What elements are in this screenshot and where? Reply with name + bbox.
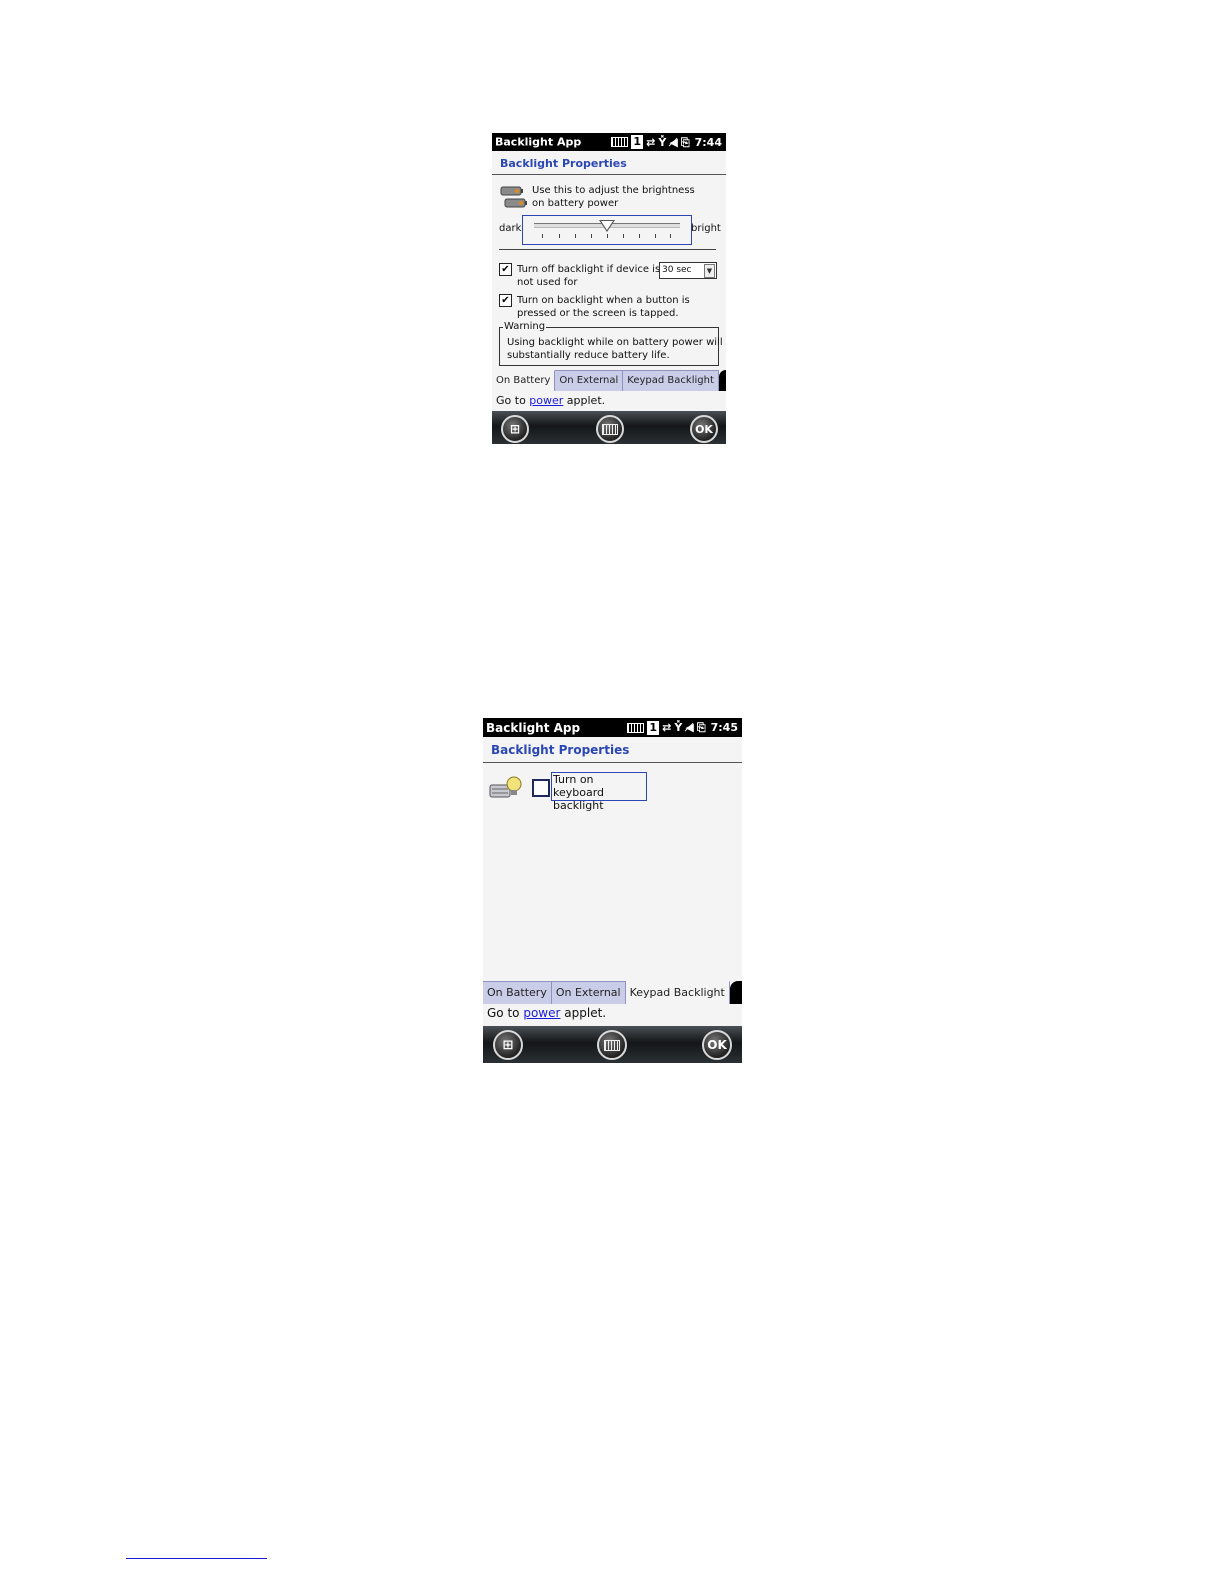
soft-key-bar: ⊞ OK [492,411,726,444]
keyboard-backlight-label-line-1: Turn on keyboard [553,773,605,799]
bright-label: bright [691,223,721,234]
page-title: Backlight Properties [492,153,726,175]
brightness-slider[interactable] [522,215,692,245]
keyboard-bulb-icon [489,776,522,798]
battery-charging-icon[interactable]: ⎘ [697,722,706,733]
chevron-down-icon[interactable]: ▼ [704,264,715,278]
description-line-2: on battery power [532,198,619,209]
tab-keypad-backlight[interactable]: Keypad Backlight [623,370,719,391]
app-title: Backlight App [495,135,582,149]
backlight-screen-keypad: Backlight App 1 ⇄ Y̽ ◀̸ ⎘ 7:45 Backlight… [483,718,742,1063]
timeout-dropdown[interactable]: 30 sec ▼ [659,262,717,279]
turn-on-backlight-checkbox[interactable]: ✔ [499,294,512,307]
memory-icon [627,722,645,733]
status-bar: Backlight App 1 ⇄ Y̽ ◀̸ ⎘ 7:44 [492,133,726,151]
power-link[interactable]: power [529,394,563,407]
keyboard-icon [604,1039,620,1051]
battery-brightness-icon [500,186,527,208]
slot-number-icon: 1 [647,720,660,735]
goto-power-text: Go to power applet. [496,394,606,407]
memory-icon [611,137,629,147]
turn-off-label-line-1: Turn off backlight if device is [517,264,661,275]
keyboard-backlight-checkbox[interactable] [532,779,550,797]
slider-thumb[interactable] [599,220,615,232]
battery-charging-icon[interactable]: ⎘ [681,137,690,148]
turn-off-label-line-2: not used for [517,277,578,288]
tab-on-external[interactable]: On External [551,981,626,1004]
connectivity-icon[interactable]: ⇄ [662,722,671,733]
tab-bar: On Battery On External Keypad Backlight [492,370,726,391]
warning-label: Warning [503,321,547,333]
soft-key-bar: ⊞ OK [483,1026,742,1063]
connectivity-icon[interactable]: ⇄ [646,137,655,148]
dark-label: dark [499,223,522,234]
page-title: Backlight Properties [483,739,742,763]
timeout-value: 30 sec [662,265,692,275]
description-line-1: Use this to adjust the brightness [532,185,695,196]
signal-icon[interactable]: Y̽ [674,722,682,733]
clock[interactable]: 7:44 [695,136,722,149]
start-windows-icon[interactable]: ⊞ [501,415,529,443]
keyboard-icon [602,423,618,435]
clock[interactable]: 7:45 [711,721,738,734]
ok-button[interactable]: OK [690,415,718,443]
keyboard-backlight-label-line-2: backlight [553,799,604,812]
turn-on-label-line-1: Turn on backlight when a button is [517,295,690,306]
volume-muted-icon[interactable]: ◀̸ [669,137,677,148]
goto-power-text: Go to power applet. [487,1006,607,1020]
warning-line-2: substantially reduce battery life. [507,350,670,360]
ok-button[interactable]: OK [702,1030,732,1060]
tab-keypad-backlight[interactable]: Keypad Backlight [625,981,730,1004]
start-windows-icon[interactable]: ⊞ [493,1030,523,1060]
backlight-screen-battery: Backlight App 1 ⇄ Y̽ ◀̸ ⎘ 7:44 Backlight… [492,133,726,444]
keyboard-button[interactable] [596,415,624,443]
tab-on-battery[interactable]: On Battery [492,370,556,391]
power-link[interactable]: power [523,1006,560,1020]
footnote-rule [126,1558,267,1559]
keyboard-backlight-label-box[interactable]: Turn on keyboard backlight [551,772,647,812]
keyboard-button[interactable] [597,1030,627,1060]
warning-line-1: Using backlight while on battery power w… [507,337,723,348]
tab-on-battery[interactable]: On Battery [483,981,552,1004]
divider [499,249,716,250]
slot-number-icon: 1 [631,135,644,149]
app-title: Backlight App [486,720,581,735]
volume-muted-icon[interactable]: ◀̸ [685,722,693,733]
signal-icon[interactable]: Y̽ [658,137,666,148]
tab-on-external[interactable]: On External [555,370,624,391]
status-bar: Backlight App 1 ⇄ Y̽ ◀̸ ⎘ 7:45 [483,718,742,737]
turn-on-label-line-2: pressed or the screen is tapped. [517,308,679,319]
tab-bar: On Battery On External Keypad Backlight [483,981,742,1004]
turn-off-backlight-checkbox[interactable]: ✔ [499,263,512,276]
